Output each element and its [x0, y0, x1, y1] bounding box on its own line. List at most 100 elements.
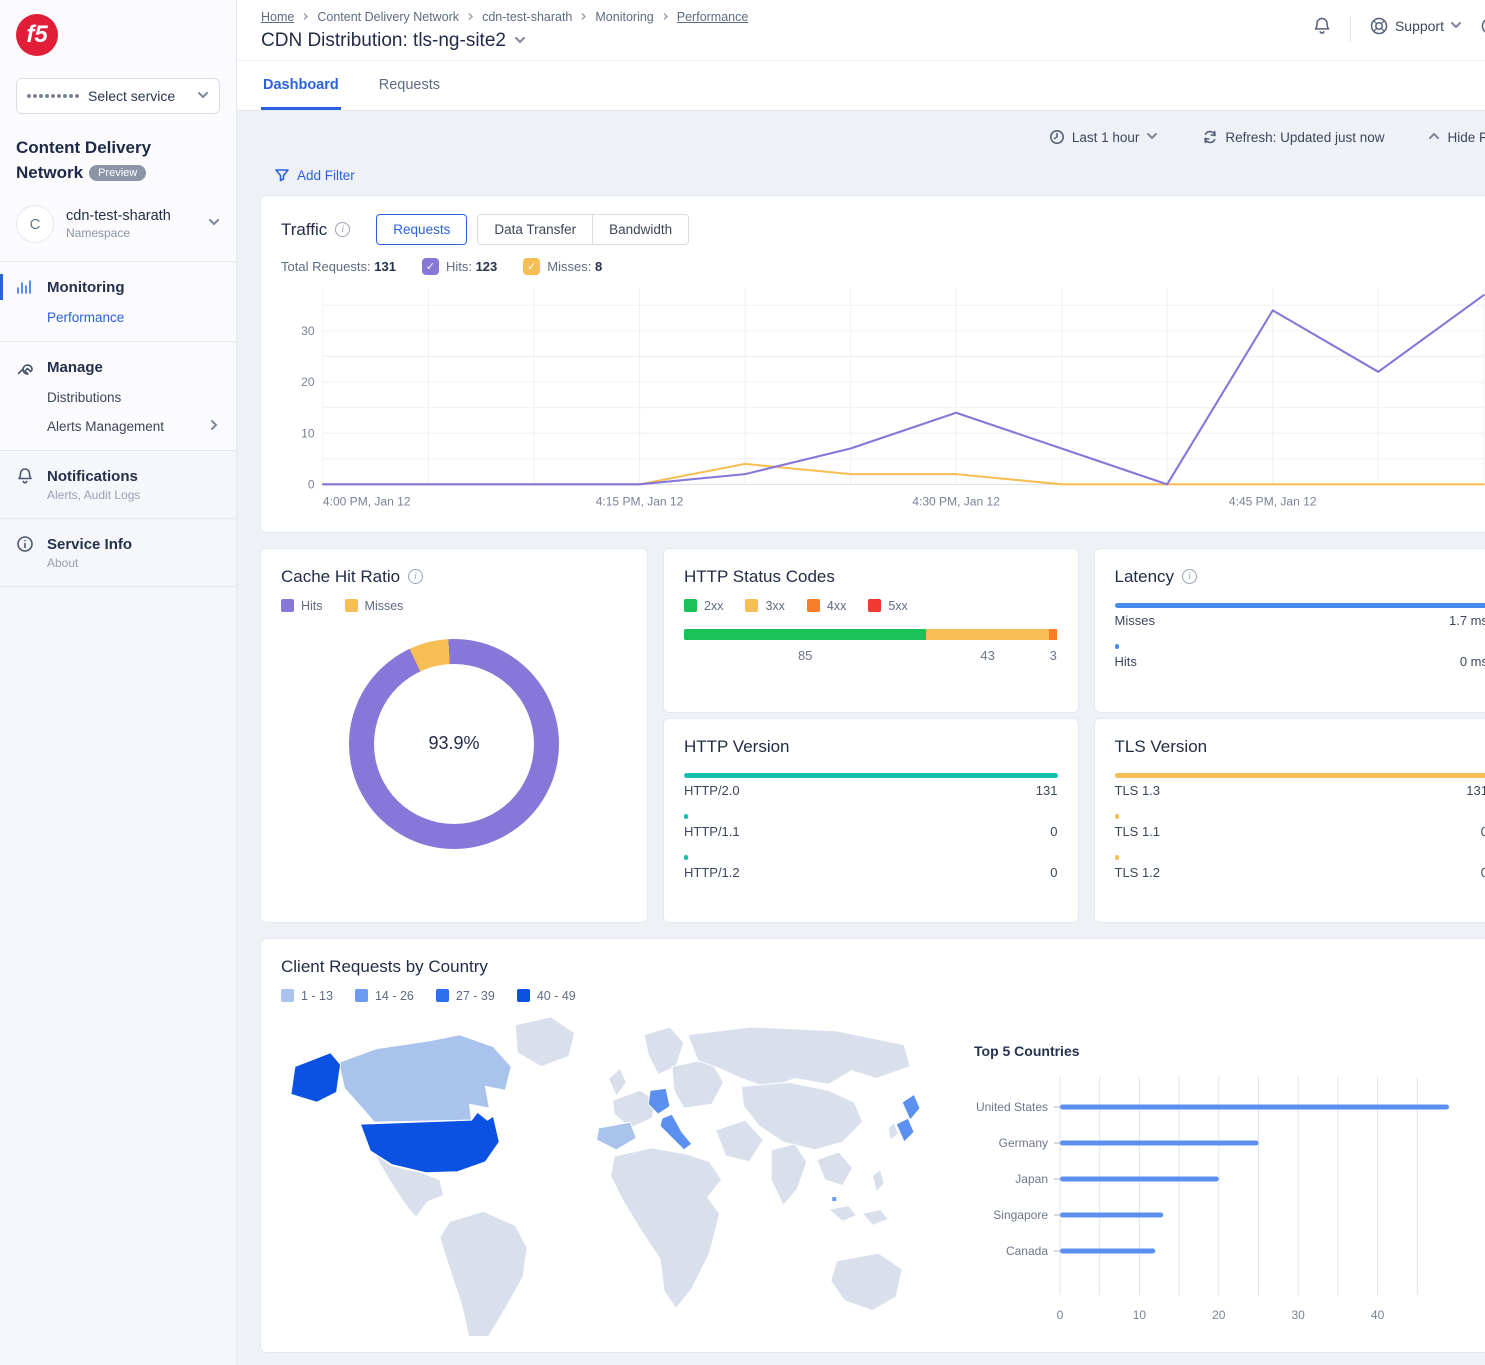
hits-legend: Hits	[281, 599, 323, 613]
status-segment-3xx	[926, 629, 1049, 640]
status-segment-2xx	[684, 629, 926, 640]
metric-label: TLS 1.3	[1115, 783, 1161, 798]
info-icon[interactable]: i	[335, 222, 350, 237]
svg-text:Singapore: Singapore	[993, 1208, 1048, 1222]
traffic-tab-bandwidth[interactable]: Bandwidth	[593, 215, 688, 244]
http-status-codes-card: HTTP Status Codes 2xx3xx4xx5xx 85433	[663, 548, 1079, 713]
latency-title: Latency i	[1115, 567, 1485, 587]
tab-dashboard[interactable]: Dashboard	[261, 61, 341, 110]
filter-bar: Last 1 hour Refresh: Updated just now Hi…	[260, 111, 1485, 159]
svg-text:40: 40	[1371, 1308, 1385, 1322]
traffic-tab-requests[interactable]: Requests	[376, 214, 467, 245]
sidebar-section-manage: Manage Distributions Alerts Management	[0, 341, 236, 450]
top5-countries-panel: Top 5 Countries 010203040United StatesGe…	[948, 1009, 1485, 1343]
svg-text:10: 10	[301, 426, 315, 440]
hide-filter-button[interactable]: Hide Filter	[1428, 130, 1485, 145]
app-grid-icon	[27, 94, 79, 98]
metric-label: Hits	[1115, 654, 1137, 669]
account-menu[interactable]	[1480, 16, 1485, 36]
breadcrumb-performance[interactable]: Performance	[677, 10, 749, 24]
sidebar-section-service-info: Service Info About	[0, 518, 236, 586]
chevron-down-icon	[208, 215, 220, 233]
sidebar-item-manage[interactable]: Manage	[16, 358, 220, 376]
status-legend-item: 5xx	[868, 599, 907, 613]
sidebar-section-notifications: Notifications Alerts, Audit Logs	[0, 450, 236, 518]
main-area: Home Content Delivery Network cdn-test-s…	[237, 0, 1485, 1365]
add-filter-button[interactable]: Add Filter	[260, 159, 1485, 195]
world-map-svg	[281, 1009, 926, 1336]
top-header: Home Content Delivery Network cdn-test-s…	[237, 0, 1485, 60]
support-menu[interactable]: Support	[1369, 16, 1462, 36]
svg-text:30: 30	[1292, 1308, 1306, 1322]
misses-legend-toggle[interactable]: ✓ Misses: 8	[523, 258, 602, 275]
cache-hit-ratio-title: Cache Hit Ratio i	[281, 567, 627, 587]
f5-logo-text: f5	[26, 21, 47, 49]
sidebar-item-distributions[interactable]: Distributions	[47, 390, 220, 405]
traffic-tab-data-transfer[interactable]: Data Transfer	[478, 215, 593, 244]
map-bin-legend-item: 14 - 26	[355, 989, 414, 1003]
bell-icon	[16, 467, 34, 485]
tab-requests[interactable]: Requests	[377, 61, 442, 110]
checkbox-checked-icon[interactable]: ✓	[422, 258, 439, 275]
info-icon[interactable]: i	[1182, 569, 1197, 584]
chevron-up-icon	[1428, 130, 1440, 145]
chevron-down-icon[interactable]	[514, 30, 526, 52]
chevron-down-icon	[1450, 18, 1462, 34]
breadcrumb-cdn[interactable]: Content Delivery Network	[317, 10, 459, 24]
http-version-card: HTTP Version HTTP/2.0131 HTTP/1.10 HTTP/…	[663, 718, 1079, 923]
hits-legend-toggle[interactable]: ✓ Hits: 123	[422, 258, 497, 275]
time-range-label: Last 1 hour	[1072, 130, 1140, 145]
breadcrumb-home[interactable]: Home	[261, 10, 294, 24]
top5-countries-title: Top 5 Countries	[974, 1043, 1485, 1059]
metric-row: HTTP/1.10	[684, 814, 1058, 839]
hits-swatch	[281, 599, 294, 612]
namespace-avatar: C	[16, 205, 54, 243]
metric-label: TLS 1.2	[1115, 865, 1161, 880]
status-legend-item: 4xx	[807, 599, 846, 613]
metric-value: 0	[1050, 824, 1057, 839]
bar-chart-icon	[16, 278, 34, 296]
total-requests: Total Requests: 131	[281, 259, 396, 274]
chevron-right-icon	[208, 419, 220, 434]
svg-text:0: 0	[1057, 1308, 1064, 1322]
client-requests-title: Client Requests by Country	[281, 957, 1485, 977]
namespace-type: Namespace	[66, 226, 171, 240]
select-service-dropdown[interactable]: Select service	[16, 78, 220, 114]
sidebar-item-label: Notifications	[47, 468, 138, 485]
svg-text:20: 20	[1212, 1308, 1226, 1322]
latency-card: Latency i Misses1.7 ms Hits0 ms	[1094, 548, 1485, 713]
time-range-dropdown[interactable]: Last 1 hour	[1049, 129, 1159, 145]
cache-hit-ratio-value: 93.9%	[349, 639, 559, 849]
sidebar: f5 Select service Content Delivery Netwo…	[0, 0, 237, 1365]
sidebar-item-monitoring[interactable]: Monitoring	[16, 278, 220, 296]
map-bin-legend-item: 27 - 39	[436, 989, 495, 1003]
info-icon[interactable]: i	[408, 569, 423, 584]
sidebar-item-alerts-management[interactable]: Alerts Management	[47, 419, 220, 434]
status-value-4xx: 3	[1049, 648, 1058, 663]
product-header: Content Delivery NetworkPreview	[16, 114, 220, 191]
chevron-down-icon	[1146, 130, 1158, 145]
sidebar-item-performance[interactable]: Performance	[47, 310, 220, 325]
preview-badge: Preview	[89, 165, 146, 181]
chevron-right-icon	[301, 10, 310, 24]
notifications-subtitle: Alerts, Audit Logs	[47, 488, 220, 502]
sidebar-item-service-info[interactable]: Service Info	[16, 535, 220, 553]
sidebar-item-notifications[interactable]: Notifications	[16, 467, 220, 485]
traffic-card: Traffic i Requests Data Transfer Bandwid…	[260, 195, 1485, 533]
sidebar-item-label: Manage	[47, 359, 103, 376]
metric-row: TLS 1.10	[1115, 814, 1485, 839]
breadcrumb-monitoring[interactable]: Monitoring	[595, 10, 653, 24]
notifications-bell-icon[interactable]	[1312, 16, 1332, 36]
status-segment-4xx	[1049, 629, 1058, 640]
breadcrumb-namespace[interactable]: cdn-test-sharath	[482, 10, 572, 24]
svg-text:10: 10	[1133, 1308, 1147, 1322]
dashboard-content: Last 1 hour Refresh: Updated just now Hi…	[237, 111, 1485, 1365]
status-legend-item: 3xx	[745, 599, 784, 613]
clock-icon	[1049, 129, 1065, 145]
world-map	[281, 1009, 926, 1343]
select-service-label: Select service	[88, 88, 175, 104]
refresh-button[interactable]: Refresh: Updated just now	[1202, 129, 1384, 145]
namespace-selector[interactable]: C cdn-test-sharath Namespace	[16, 191, 220, 261]
metric-row: HTTP/2.0131	[684, 773, 1058, 798]
checkbox-checked-icon[interactable]: ✓	[523, 258, 540, 275]
